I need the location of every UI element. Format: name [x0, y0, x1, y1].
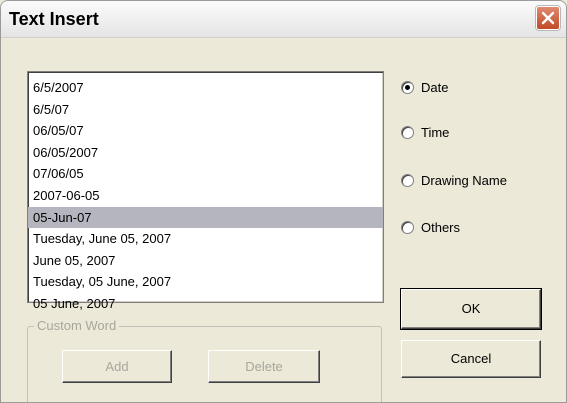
radio-label-time: Time [421, 125, 450, 140]
dialog-title: Text Insert [9, 9, 99, 29]
radio-selected-dot [405, 85, 410, 90]
list-item[interactable]: 07/06/05 [28, 163, 383, 185]
list-item[interactable]: June 05, 2007 [28, 250, 383, 272]
close-button[interactable] [536, 6, 560, 30]
list-item[interactable]: 06/05/2007 [28, 142, 383, 164]
radio-label-date: Date [421, 80, 449, 95]
add-button[interactable]: Add [62, 350, 172, 383]
radio-label-drawing-name: Drawing Name [421, 173, 507, 188]
radio-button-date[interactable] [401, 81, 414, 94]
list-item[interactable]: Tuesday, June 05, 2007 [28, 228, 383, 250]
list-item[interactable]: Tuesday, 05 June, 2007 [28, 271, 383, 293]
custom-word-label: Custom Word [34, 318, 120, 333]
delete-button[interactable]: Delete [208, 350, 320, 383]
list-item[interactable]: 2007-06-05 [28, 185, 383, 207]
radio-button-others[interactable] [401, 221, 414, 234]
radio-button-time[interactable] [401, 126, 414, 139]
list-item-selected[interactable]: 05-Jun-07 [28, 206, 383, 229]
list-item[interactable]: 05 June, 2007 [28, 293, 383, 315]
list-item[interactable]: 06/05/07 [28, 120, 383, 142]
format-listbox[interactable]: 6/5/2007 6/5/07 06/05/07 06/05/2007 07/0… [27, 71, 384, 311]
title-bar[interactable]: Text Insert [1, 1, 566, 38]
radio-button-drawing-name[interactable] [401, 174, 414, 187]
list-item[interactable]: 6/5/2007 [28, 77, 383, 99]
radio-label-others: Others [421, 220, 461, 235]
ok-button[interactable]: OK [400, 288, 542, 330]
text-insert-dialog: Text Insert 6/5/2007 6/5/07 06/05/07 06/… [0, 0, 567, 403]
cancel-button[interactable]: Cancel [401, 340, 541, 378]
list-item[interactable]: 6/5/07 [28, 99, 383, 121]
